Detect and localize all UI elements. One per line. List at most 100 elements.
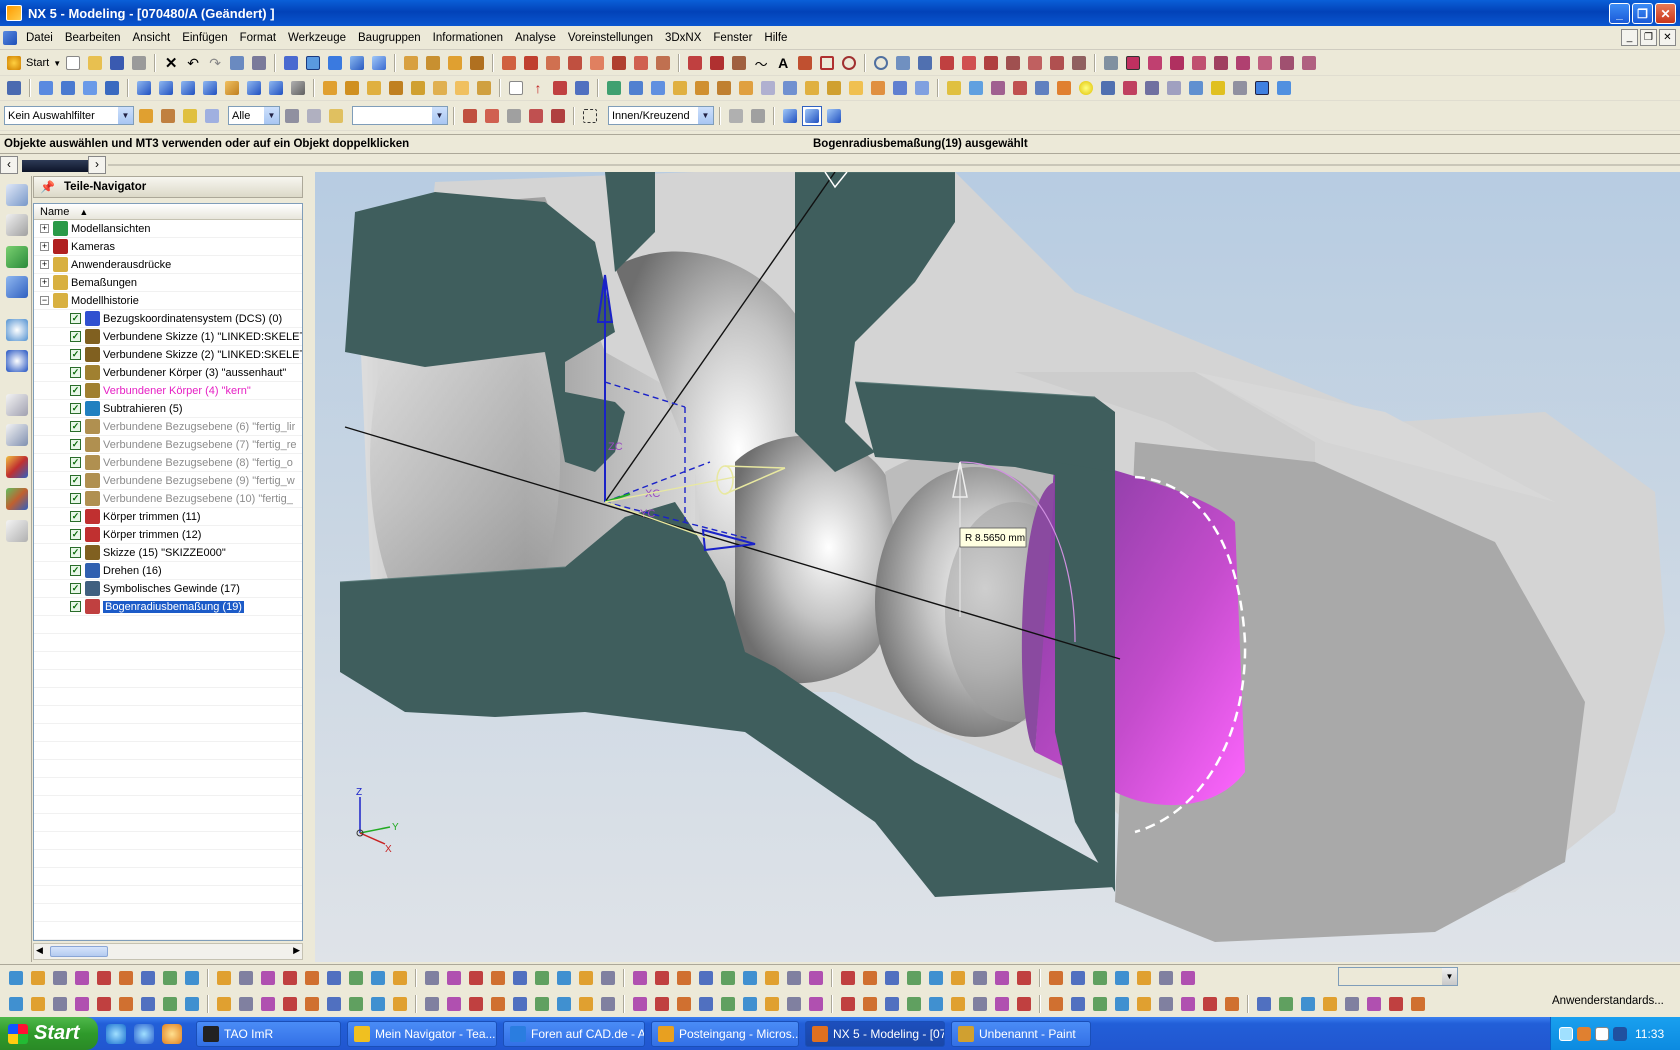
tool-icon[interactable] bbox=[992, 994, 1012, 1014]
tool-icon[interactable] bbox=[258, 968, 278, 988]
tool-icon[interactable] bbox=[882, 968, 902, 988]
visibility-checkbox[interactable]: ✓ bbox=[70, 331, 81, 342]
visibility-checkbox[interactable]: ✓ bbox=[70, 529, 81, 540]
tool-icon[interactable] bbox=[1364, 994, 1384, 1014]
snap-9-icon[interactable] bbox=[1277, 53, 1297, 73]
tree-row[interactable]: + Bemaßungen bbox=[34, 274, 302, 292]
tool-icon[interactable] bbox=[50, 994, 70, 1014]
pin-icon[interactable]: 📌 bbox=[40, 180, 55, 194]
edit-2-icon[interactable] bbox=[342, 78, 362, 98]
tool-icon[interactable] bbox=[926, 994, 946, 1014]
tool-icon[interactable] bbox=[740, 994, 760, 1014]
snap-10-icon[interactable] bbox=[1299, 53, 1319, 73]
scroll-left-icon[interactable]: ‹ bbox=[0, 156, 18, 174]
menu-einfuegen[interactable]: Einfügen bbox=[176, 32, 233, 44]
selection-mode-dropdown[interactable]: Innen/Kreuzend ▼ bbox=[608, 106, 714, 125]
analysis-1-icon[interactable] bbox=[944, 78, 964, 98]
type-filter-icon[interactable] bbox=[158, 106, 178, 126]
view-2-icon[interactable] bbox=[58, 78, 78, 98]
part-nav-toggle-icon[interactable] bbox=[4, 78, 24, 98]
tool-icon[interactable] bbox=[236, 968, 256, 988]
name-column-header[interactable]: Name ▲ bbox=[34, 204, 302, 220]
delete-icon[interactable]: ✕ bbox=[161, 53, 181, 73]
tool-icon[interactable] bbox=[696, 968, 716, 988]
view-3-icon[interactable] bbox=[80, 78, 100, 98]
tool-icon[interactable] bbox=[1046, 994, 1066, 1014]
tree-row[interactable]: ✓ Verbundene Skizze (2) "LINKED:SKELET bbox=[34, 346, 302, 364]
tool-icon[interactable] bbox=[806, 994, 826, 1014]
manufacturing-wizards-icon[interactable] bbox=[6, 424, 28, 446]
assembly-1-icon[interactable] bbox=[604, 78, 624, 98]
polygon-icon[interactable] bbox=[839, 53, 859, 73]
undo-icon[interactable]: ↶ bbox=[183, 53, 203, 73]
taskbar-button[interactable]: TAO ImR bbox=[196, 1020, 341, 1047]
assembly-4-icon[interactable] bbox=[670, 78, 690, 98]
assembly-8-icon[interactable] bbox=[758, 78, 778, 98]
tool-icon[interactable] bbox=[554, 968, 574, 988]
layer-icon[interactable] bbox=[325, 53, 345, 73]
visibility-checkbox[interactable]: ✓ bbox=[70, 547, 81, 558]
taskbar-button[interactable]: Posteingang - Micros... bbox=[651, 1020, 799, 1047]
snap-1-icon[interactable] bbox=[1101, 53, 1121, 73]
tool-icon[interactable] bbox=[806, 968, 826, 988]
restore-button[interactable]: ❐ bbox=[1632, 3, 1653, 24]
solid-7-icon[interactable] bbox=[266, 78, 286, 98]
quicklaunch-desktop-icon[interactable] bbox=[106, 1023, 126, 1044]
pin-1-icon[interactable] bbox=[726, 106, 746, 126]
tree-row[interactable]: ✓ Verbundene Bezugsebene (6) "fertig_lir bbox=[34, 418, 302, 436]
tool-icon[interactable] bbox=[94, 968, 114, 988]
filter-options-icon[interactable] bbox=[136, 106, 156, 126]
role-dropdown[interactable]: Anwenderstandards... bbox=[1552, 995, 1664, 1007]
tool-icon[interactable] bbox=[422, 994, 442, 1014]
spline-icon[interactable] bbox=[729, 53, 749, 73]
tool-icon[interactable] bbox=[1254, 994, 1274, 1014]
solid-2-icon[interactable] bbox=[156, 78, 176, 98]
rectangle-icon[interactable] bbox=[817, 53, 837, 73]
tool-icon[interactable] bbox=[1068, 968, 1088, 988]
tool-icon[interactable] bbox=[576, 994, 596, 1014]
solid-8-icon[interactable] bbox=[288, 78, 308, 98]
tool-icon[interactable] bbox=[138, 968, 158, 988]
visibility-checkbox[interactable]: ✓ bbox=[70, 439, 81, 450]
curve-tool-4-icon[interactable] bbox=[565, 53, 585, 73]
tool-icon[interactable] bbox=[28, 994, 48, 1014]
assembly-9-icon[interactable] bbox=[780, 78, 800, 98]
solid-5-icon[interactable] bbox=[222, 78, 242, 98]
detail-filter-icon[interactable] bbox=[180, 106, 200, 126]
assembly-11-icon[interactable] bbox=[824, 78, 844, 98]
analysis-8-icon[interactable] bbox=[1120, 78, 1140, 98]
tree-row[interactable]: ✓ Symbolisches Gewinde (17) bbox=[34, 580, 302, 598]
tool-icon[interactable] bbox=[926, 968, 946, 988]
redo-icon[interactable]: ↷ bbox=[205, 53, 225, 73]
snap-2-icon[interactable] bbox=[1123, 53, 1143, 73]
assembly-2-icon[interactable] bbox=[626, 78, 646, 98]
visibility-checkbox[interactable]: ✓ bbox=[70, 421, 81, 432]
tool-icon[interactable] bbox=[630, 968, 650, 988]
tool-icon[interactable] bbox=[94, 994, 114, 1014]
sketch-tool-icon[interactable] bbox=[401, 53, 421, 73]
tool-icon[interactable] bbox=[652, 994, 672, 1014]
menu-informationen[interactable]: Informationen bbox=[427, 32, 509, 44]
tool-icon[interactable] bbox=[1068, 994, 1088, 1014]
snap-point-dropdown[interactable]: ▼ bbox=[352, 106, 448, 125]
general-select-icon[interactable] bbox=[326, 106, 346, 126]
snap-8-icon[interactable] bbox=[1255, 53, 1275, 73]
tool-icon[interactable] bbox=[324, 968, 344, 988]
tool-icon[interactable] bbox=[214, 968, 234, 988]
analysis-2-icon[interactable] bbox=[966, 78, 986, 98]
tool-icon[interactable] bbox=[72, 968, 92, 988]
scroll-right-icon[interactable]: › bbox=[88, 156, 106, 174]
assembly-12-icon[interactable] bbox=[846, 78, 866, 98]
taskbar-button[interactable]: Mein Navigator - Tea... bbox=[347, 1020, 497, 1047]
deselect-icon[interactable] bbox=[282, 106, 302, 126]
feature-3-icon[interactable] bbox=[937, 53, 957, 73]
tool-icon[interactable] bbox=[970, 994, 990, 1014]
tool-icon[interactable] bbox=[598, 994, 618, 1014]
tool-icon[interactable] bbox=[28, 968, 48, 988]
visibility-checkbox[interactable]: ✓ bbox=[70, 493, 81, 504]
tool-icon[interactable] bbox=[598, 968, 618, 988]
tool-icon[interactable] bbox=[466, 994, 486, 1014]
select-filter-icon[interactable] bbox=[281, 53, 301, 73]
tool-icon[interactable] bbox=[182, 968, 202, 988]
tool-icon[interactable] bbox=[532, 994, 552, 1014]
